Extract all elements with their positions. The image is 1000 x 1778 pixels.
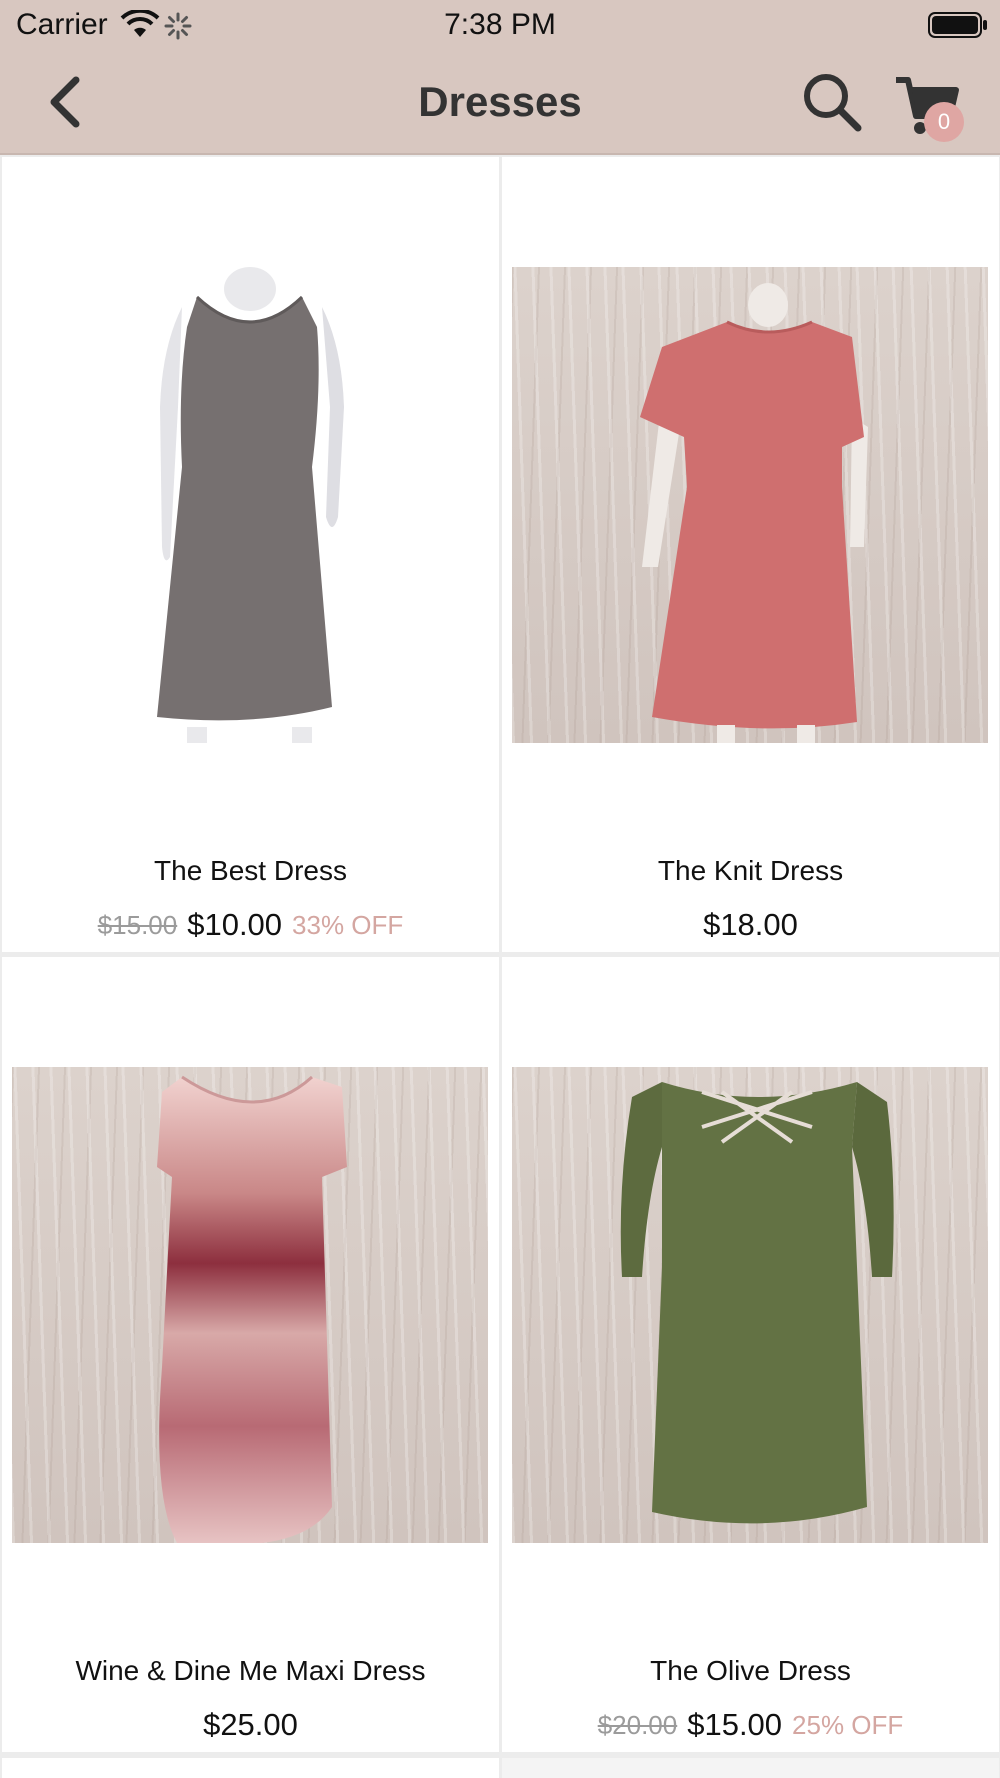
product-grid: The Best Dress $15.00 $10.00 33% OFF The K… [0, 157, 1000, 1778]
product-card[interactable]: The Knit Dress $18.00 [502, 157, 999, 952]
header: Carrier 7:38 PM Dresses 0 [0, 0, 1000, 155]
status-time: 7:38 PM [444, 8, 556, 41]
original-price: $20.00 [597, 1709, 678, 1740]
product-name: The Olive Dress [650, 1655, 851, 1686]
price-row: $20.00 $15.00 25% OFF [502, 1707, 999, 1743]
price-row: $18.00 [502, 907, 999, 943]
product-card[interactable]: Wine & Dine Me Maxi Dress $25.00 [2, 957, 499, 1752]
current-price: $10.00 [187, 907, 283, 942]
next-row-card-peek [2, 1758, 499, 1778]
dress-image-tiedye [157, 1075, 347, 1543]
product-card[interactable]: The Olive Dress $20.00 $15.00 25% OFF [502, 957, 999, 1752]
dress-image-olive [620, 1082, 894, 1524]
next-row-card-peek [502, 1758, 999, 1778]
original-price: $15.00 [97, 909, 178, 940]
discount-label: 25% OFF [792, 1709, 904, 1740]
product-image [12, 1067, 488, 1543]
product-image [512, 267, 988, 743]
product-name: Wine & Dine Me Maxi Dress [75, 1655, 426, 1686]
price-row: $15.00 $10.00 33% OFF [2, 907, 499, 943]
product-name: The Best Dress [154, 855, 347, 886]
price-row: $25.00 [2, 1707, 499, 1743]
status-bar: Carrier 7:38 PM [0, 0, 1000, 52]
current-price: $25.00 [203, 1707, 298, 1742]
discount-label: 33% OFF [292, 909, 404, 940]
dress-image-pink [640, 283, 868, 743]
current-price: $18.00 [703, 907, 798, 942]
product-image [512, 1067, 988, 1543]
product-image [12, 267, 488, 743]
battery-icon [928, 12, 987, 38]
dress-image-gray [157, 267, 344, 743]
nav-bar: Dresses 0 [0, 52, 1000, 155]
product-card[interactable]: The Best Dress $15.00 $10.00 33% OFF [2, 157, 499, 952]
current-price: $15.00 [687, 1707, 783, 1742]
cart-count-badge: 0 [924, 102, 964, 142]
search-icon[interactable] [800, 70, 864, 134]
product-name: The Knit Dress [657, 855, 844, 886]
